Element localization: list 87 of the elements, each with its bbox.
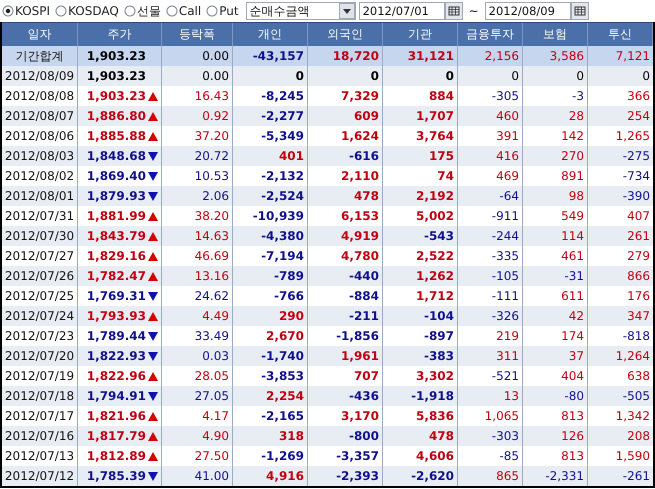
- table-cell: 1,885.88: [86, 129, 146, 143]
- market-radio[interactable]: KOSPI: [2, 4, 52, 18]
- table-cell-text: 347: [626, 308, 651, 325]
- table-cell-text: 254: [626, 108, 651, 125]
- radio-icon: [166, 5, 178, 17]
- table-cell-text: 279: [626, 248, 651, 265]
- table-cell: 1,782.47: [86, 269, 146, 283]
- table-cell: 4,916: [233, 466, 308, 486]
- up-triangle-icon: [148, 92, 158, 100]
- table-cell: 1,789.44: [86, 329, 146, 343]
- table-cell-text: -275: [622, 148, 651, 165]
- table-cell: 1,822.93: [86, 349, 146, 363]
- up-triangle-icon: [148, 452, 158, 460]
- radio-icon: [206, 5, 218, 17]
- market-radio[interactable]: Put: [206, 4, 241, 18]
- table-cell-text: -390: [622, 188, 651, 205]
- table-cell: 1,886.80: [86, 109, 146, 123]
- down-triangle-icon: [148, 152, 158, 160]
- table-cell: 1,821.96: [86, 409, 146, 423]
- down-triangle-icon: [148, 392, 158, 400]
- down-triangle-icon: [148, 172, 158, 180]
- table-cell-text: 0: [641, 68, 651, 85]
- down-triangle-icon: [148, 332, 158, 340]
- measure-dropdown[interactable]: 순매수금액: [246, 2, 356, 20]
- table-cell-text: 1,264: [614, 348, 651, 365]
- table-cell: 1,903.23: [86, 89, 146, 103]
- down-triangle-icon: [148, 472, 158, 480]
- table-cell: 41.00: [162, 466, 233, 486]
- table-cell-text: -505: [622, 388, 651, 405]
- table-cell: 1,903.23: [86, 49, 146, 63]
- start-date-field[interactable]: 2012/07/01: [358, 2, 445, 20]
- up-triangle-icon: [148, 432, 158, 440]
- up-triangle-icon: [148, 272, 158, 280]
- table-cell: -2,620: [383, 466, 458, 486]
- end-date-field[interactable]: 2012/08/09: [484, 2, 571, 20]
- table-cell: 2012/07/12: [2, 466, 78, 486]
- table-cell-text: 638: [626, 368, 651, 385]
- up-triangle-icon: [148, 132, 158, 140]
- table-cell: 1,794.91: [86, 389, 146, 403]
- table-cell: 865: [458, 466, 523, 486]
- table-cell-text: 866: [626, 268, 651, 285]
- market-radio[interactable]: Call: [166, 4, 204, 18]
- down-triangle-icon: [148, 352, 158, 360]
- table-cell-text: 1,590: [614, 448, 651, 465]
- table-cell: -2,393: [308, 466, 383, 486]
- table-cell: 1,869.40: [86, 169, 146, 183]
- table-cell: 1,879.93: [86, 189, 146, 203]
- radio-icon: [124, 5, 136, 17]
- radio-icon: [2, 5, 14, 17]
- table-cell-text: 261: [626, 228, 651, 245]
- table-cell-text: 366: [626, 88, 651, 105]
- table-cell: 1,843.79: [86, 229, 146, 243]
- market-radio[interactable]: KOSDAQ: [55, 4, 121, 18]
- table-cell: 1,829.16: [86, 249, 146, 263]
- table-cell: 1,769.31: [86, 289, 146, 303]
- up-triangle-icon: [148, 412, 158, 420]
- table-cell: 1,848.68: [86, 149, 146, 163]
- calendar-icon[interactable]: [570, 2, 589, 20]
- table-cell-text: -261: [622, 468, 651, 485]
- range-separator: ~: [468, 4, 480, 18]
- up-triangle-icon: [148, 312, 158, 320]
- table-cell-text: -734: [622, 168, 651, 185]
- table-cell: 1,812.89: [86, 449, 146, 463]
- table-cell-text: 407: [626, 208, 651, 225]
- up-triangle-icon: [148, 252, 158, 260]
- radio-icon: [55, 5, 68, 17]
- table-cell: 1,793.93: [86, 309, 146, 323]
- up-triangle-icon: [148, 112, 158, 120]
- table-cell: 1,822.96: [86, 369, 146, 383]
- down-triangle-icon: [148, 192, 158, 200]
- table-cell-text: 1,265: [614, 128, 651, 145]
- up-triangle-icon: [148, 232, 158, 240]
- table-cell-text: 7,121: [614, 48, 651, 65]
- table-cell: 1,881.99: [86, 209, 146, 223]
- up-triangle-icon: [148, 372, 158, 380]
- table-cell-text: 1,342: [614, 408, 651, 425]
- table-cell: 1,785.39: [86, 469, 146, 483]
- table-cell: -2,331: [523, 466, 588, 486]
- table-cell: 1,817.79: [86, 429, 146, 443]
- table-cell: 1,903.23: [86, 69, 146, 83]
- table-cell-text: -818: [622, 328, 651, 345]
- table-cell-text: 208: [626, 428, 651, 445]
- calendar-icon[interactable]: [444, 2, 463, 20]
- market-radio[interactable]: 선물: [124, 2, 163, 20]
- down-triangle-icon: [148, 292, 158, 300]
- up-triangle-icon: [148, 212, 158, 220]
- table-cell-text: 176: [626, 288, 651, 305]
